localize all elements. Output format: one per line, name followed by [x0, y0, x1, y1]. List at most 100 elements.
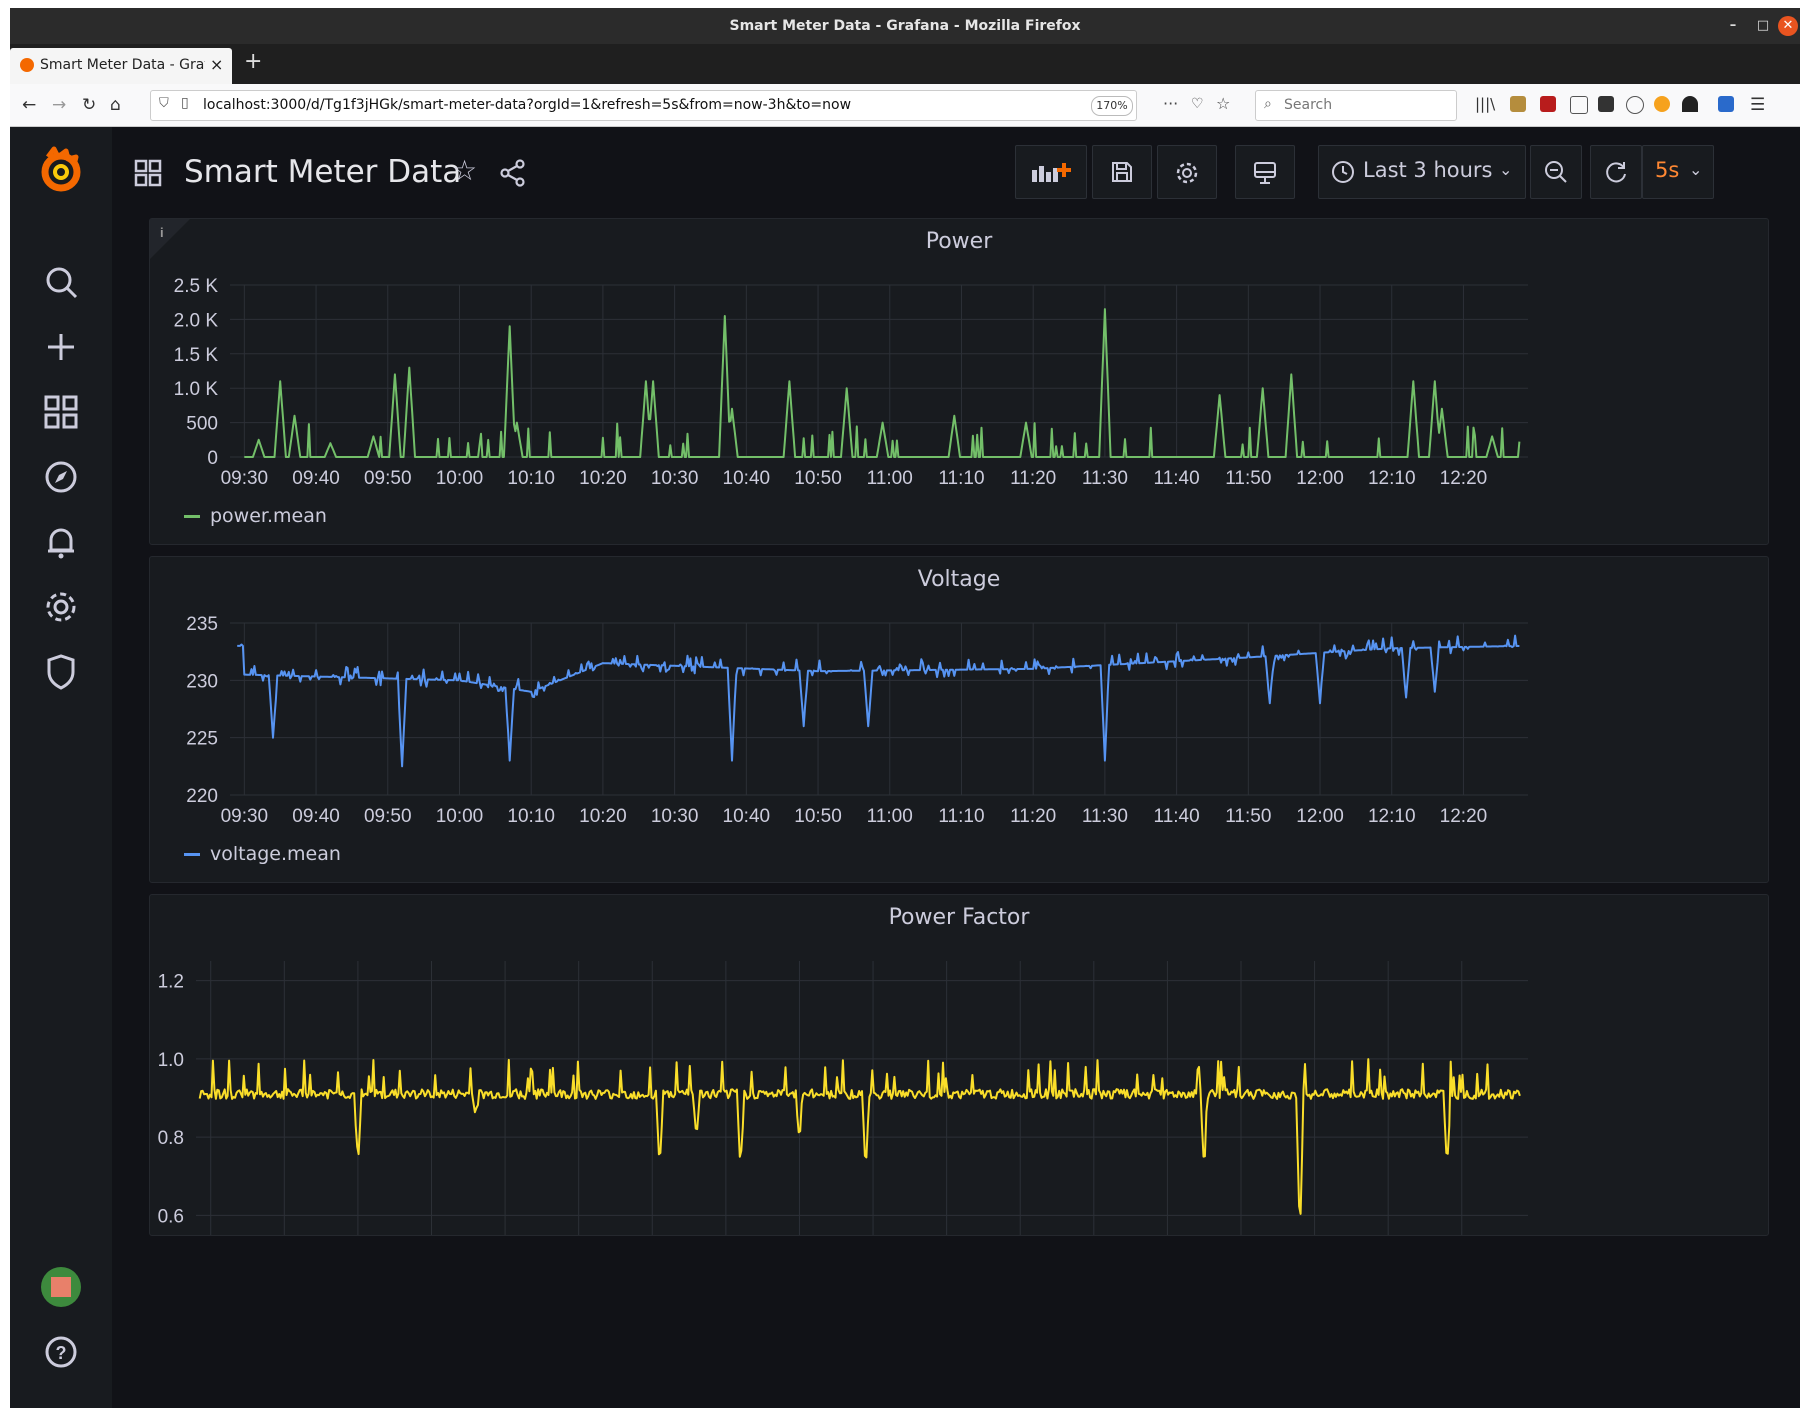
x-tick-label: 10:20 — [579, 806, 627, 827]
legend-swatch — [184, 853, 200, 856]
x-tick-label: 12:00 — [1296, 468, 1344, 489]
legend-label: power.mean — [210, 505, 327, 527]
y-tick-label: 2.0 K — [174, 310, 219, 331]
user-avatar[interactable] — [41, 1267, 81, 1307]
pocket-icon[interactable]: ♡ — [1191, 96, 1204, 112]
time-range-label: Last 3 hours — [1363, 158, 1493, 182]
bookmark-star-icon[interactable]: ☆ — [1216, 94, 1230, 113]
y-tick-label: 0.8 — [158, 1128, 184, 1149]
reload-icon[interactable]: ↻ — [82, 95, 96, 115]
x-tick-label: 12:10 — [1368, 468, 1416, 489]
zoom-indicator[interactable]: 170% — [1091, 96, 1133, 116]
create-plus-icon[interactable] — [41, 327, 81, 367]
zoom-out-button[interactable] — [1530, 145, 1582, 199]
refresh-interval-picker[interactable]: 5s ⌄ — [1642, 145, 1714, 199]
x-tick-label: 10:40 — [723, 468, 771, 489]
explore-compass-icon[interactable] — [41, 457, 81, 497]
star-icon[interactable]: ☆ — [452, 154, 477, 187]
menu-icon[interactable]: ☰ — [1750, 95, 1765, 115]
x-tick-label: 12:00 — [1296, 806, 1344, 827]
addon-grid-icon[interactable] — [1718, 96, 1734, 112]
x-tick-label: 11:10 — [938, 468, 984, 489]
monitor-icon — [1254, 162, 1276, 184]
url-bar[interactable]: ⛉ ▯ localhost:3000/d/Tg1f3jHGk/smart-met… — [150, 90, 1230, 121]
power-panel[interactable]: i Power 0 500 1.0 K 1.5 K 2.0 K 2.5 K 09:30 09:… — [149, 218, 1769, 545]
add-panel-button[interactable] — [1015, 145, 1087, 199]
save-icon — [1112, 162, 1132, 182]
close-window-button[interactable]: ✕ — [1778, 16, 1798, 36]
voltage-chart: 220 225 230 235 09:30 09:40 09:50 10:00 10:10 10:… — [186, 614, 1528, 827]
x-tick-label: 11:40 — [1154, 468, 1200, 489]
x-tick-label: 10:00 — [436, 806, 484, 827]
new-tab-icon[interactable]: + — [244, 49, 262, 74]
series-line — [244, 308, 1521, 458]
legend-label: voltage.mean — [210, 843, 341, 865]
configuration-gear-icon[interactable] — [41, 587, 81, 627]
home-icon[interactable]: ⌂ — [110, 95, 121, 115]
y-tick-label: 2.5 K — [174, 276, 219, 297]
chevron-down-icon: ⌄ — [1689, 160, 1703, 179]
search-field[interactable]: ⌕ Search — [1255, 90, 1457, 121]
x-tick-label: 10:20 — [579, 468, 627, 489]
dashboard-content: Smart Meter Data ☆ Last 3 hours ⌄ 5s ⌄ i… — [112, 127, 1800, 1408]
container-icon[interactable] — [1598, 96, 1614, 112]
x-tick-label: 11:00 — [867, 468, 913, 489]
browser-tab[interactable]: Smart Meter Data - Grafana × — [10, 48, 232, 84]
x-tick-label: 11:00 — [867, 806, 913, 827]
x-tick-label: 11:20 — [1010, 806, 1056, 827]
chevron-down-icon: ⌄ — [1499, 160, 1513, 179]
legend-item[interactable]: power.mean — [184, 505, 327, 527]
power-chart: 0 500 1.0 K 1.5 K 2.0 K 2.5 K 09:30 09:40 09:50 1… — [174, 276, 1528, 489]
y-tick-label: 500 — [186, 414, 218, 435]
nav-bar: ← → ↻ ⌂ ⛉ ▯ localhost:3000/d/Tg1f3jHGk/s… — [10, 84, 1800, 127]
dashboard-settings-button[interactable] — [1157, 145, 1217, 199]
view-mode-button[interactable] — [1235, 145, 1295, 199]
dashboard-grid-icon — [134, 159, 162, 187]
x-tick-label: 11:40 — [1154, 806, 1200, 827]
page-info-icon[interactable]: ▯ — [181, 95, 189, 111]
forward-icon[interactable]: → — [52, 95, 66, 115]
x-tick-label: 09:30 — [221, 806, 269, 827]
refresh-button[interactable] — [1590, 145, 1642, 199]
grafana-side-menu: ? — [10, 127, 112, 1408]
extension-icon[interactable] — [1510, 96, 1526, 112]
power-factor-panel[interactable]: Power Factor 0.6 0.8 1.0 1.2 — [149, 894, 1769, 1236]
ublock-icon[interactable] — [1540, 96, 1556, 112]
y-tick-label: 0 — [207, 448, 218, 469]
page-actions-icon[interactable]: ··· — [1163, 94, 1178, 113]
time-picker-button[interactable]: Last 3 hours ⌄ — [1318, 145, 1526, 199]
minimize-button[interactable]: – — [1723, 16, 1743, 36]
back-icon[interactable]: ← — [22, 95, 36, 115]
addon-icon[interactable] — [1654, 96, 1670, 112]
help-icon[interactable]: ? — [41, 1332, 81, 1372]
save-dashboard-button[interactable] — [1092, 145, 1152, 199]
legend-item[interactable]: voltage.mean — [184, 843, 341, 865]
url-text[interactable]: localhost:3000/d/Tg1f3jHGk/smart-meter-d… — [203, 97, 851, 113]
add-panel-icon — [1032, 163, 1071, 182]
shield-icon[interactable]: ⛉ — [159, 96, 169, 111]
series-line — [198, 1058, 1521, 1215]
tab-bar: Smart Meter Data - Grafana × + — [10, 44, 1800, 84]
grafana-favicon-icon — [20, 58, 34, 72]
share-icon[interactable] — [499, 159, 527, 187]
search-icon[interactable] — [41, 262, 81, 302]
alerting-bell-icon[interactable] — [41, 522, 81, 562]
dashboards-icon[interactable] — [41, 392, 81, 432]
reader-icon[interactable] — [1570, 96, 1588, 114]
y-tick-label: 225 — [186, 729, 218, 750]
x-tick-label: 10:30 — [651, 468, 699, 489]
account-icon[interactable] — [1626, 96, 1644, 114]
close-tab-icon[interactable]: × — [210, 55, 223, 74]
voltage-panel[interactable]: Voltage 220 225 230 235 09:30 09:40 09:50 10:00… — [149, 556, 1769, 883]
server-admin-shield-icon[interactable] — [41, 652, 81, 692]
x-tick-label: 12:10 — [1368, 806, 1416, 827]
x-tick-label: 09:40 — [292, 806, 340, 827]
maximize-button[interactable]: □ — [1753, 16, 1773, 36]
library-icon[interactable]: |||\ — [1475, 95, 1495, 113]
grafana-logo-icon[interactable] — [38, 145, 84, 195]
y-tick-label: 235 — [186, 614, 218, 635]
dashboard-title[interactable]: Smart Meter Data — [184, 154, 461, 190]
addon-bird-icon[interactable] — [1682, 96, 1698, 112]
legend-swatch — [184, 515, 200, 518]
refresh-icon — [1606, 162, 1626, 183]
